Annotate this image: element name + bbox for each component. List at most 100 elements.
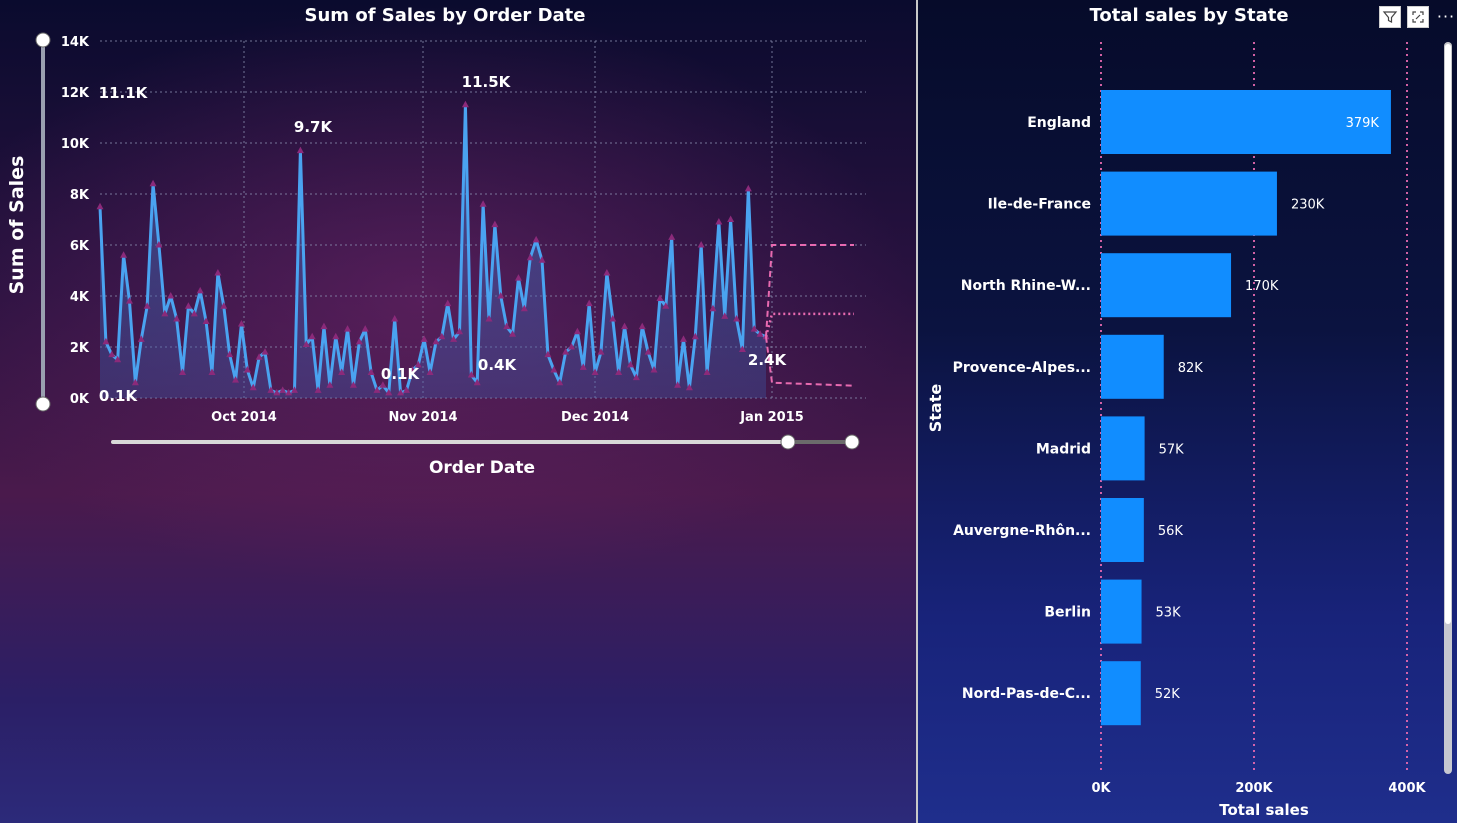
bar-value-label: 52K xyxy=(1155,687,1181,702)
data-label: 0.1K xyxy=(381,365,421,383)
bar-value-label: 82K xyxy=(1178,361,1204,376)
bar-series: England 379K Ile-de-France 230K North Rhine-… xyxy=(953,90,1391,726)
bar-x-tick-label: 200K xyxy=(1235,781,1273,796)
bar-category-label: England xyxy=(1027,115,1091,131)
data-point xyxy=(514,274,522,281)
data-point xyxy=(479,200,487,207)
y-zoom-handle-top[interactable] xyxy=(35,32,51,48)
bar xyxy=(1101,334,1164,399)
bar-scrollbar-thumb[interactable] xyxy=(1445,44,1451,624)
line-chart-visual[interactable]: Sum of Sales by Order Date Order Date Su… xyxy=(0,0,916,823)
data-point xyxy=(261,348,269,355)
x-zoom-slider[interactable] xyxy=(111,434,860,450)
data-point xyxy=(697,241,705,248)
y-tick-label: 14K xyxy=(61,35,90,50)
data-point xyxy=(656,294,664,302)
line-chart-canvas: Sum of Sales by Order Date Order Date Su… xyxy=(6,5,866,478)
x-zoom-handle-left[interactable] xyxy=(780,434,796,450)
forecast-upper xyxy=(765,244,854,337)
forecast-line xyxy=(764,312,854,338)
data-point xyxy=(573,327,581,335)
data-point xyxy=(638,322,646,330)
y-tick-label: 12K xyxy=(61,86,90,101)
bar-value-label: 379K xyxy=(1346,116,1380,131)
bar xyxy=(1101,579,1142,644)
data-label: 0.1K xyxy=(99,387,139,405)
bar xyxy=(1101,253,1232,318)
y-axis-ticks: 0K 2K 4K 6K 8K 10K 12K 14K xyxy=(61,35,90,407)
y-zoom-handle-bottom[interactable] xyxy=(35,396,51,412)
data-point xyxy=(727,215,735,222)
more-options-icon[interactable]: ··· xyxy=(1435,6,1457,28)
bar-value-label: 53K xyxy=(1156,606,1182,621)
data-point xyxy=(214,269,222,276)
bar-category-label: North Rhine-W... xyxy=(961,278,1091,294)
line-chart-title: Sum of Sales by Order Date xyxy=(305,5,586,26)
data-point xyxy=(332,332,340,340)
data-point xyxy=(444,299,452,307)
data-point xyxy=(621,322,629,330)
bar-value-label: 170K xyxy=(1245,279,1279,294)
bar-value-label: 57K xyxy=(1159,442,1185,457)
data-point xyxy=(96,202,104,210)
bar-chart-title: Total sales by State xyxy=(1089,5,1288,26)
y-tick-label: 10K xyxy=(61,137,90,152)
sales-series xyxy=(96,100,770,398)
x-tick-label: Dec 2014 xyxy=(561,410,629,425)
y-zoom-slider[interactable] xyxy=(35,32,51,412)
bar-category-label: Madrid xyxy=(1036,441,1091,457)
bar-category-label: Berlin xyxy=(1044,605,1091,621)
data-point xyxy=(744,184,752,192)
data-point xyxy=(585,299,593,307)
y-tick-label: 2K xyxy=(70,341,90,356)
y-tick-label: 8K xyxy=(70,188,90,203)
x-tick-label: Nov 2014 xyxy=(389,410,458,425)
data-point xyxy=(279,386,287,393)
data-point xyxy=(491,220,499,228)
focus-mode-icon[interactable] xyxy=(1407,6,1429,28)
data-point xyxy=(361,325,369,332)
data-point xyxy=(308,332,316,340)
bar-x-axis-ticks: 0K 200K 400K xyxy=(1091,781,1426,796)
data-point xyxy=(184,302,192,309)
data-point xyxy=(344,325,352,332)
x-tick-label: Jan 2015 xyxy=(739,410,804,425)
data-label: 11.1K xyxy=(99,84,149,102)
bar-x-axis-title: Total sales xyxy=(1219,801,1309,819)
data-point xyxy=(320,322,328,330)
data-point xyxy=(196,286,204,294)
data-point xyxy=(461,100,469,108)
y-tick-label: 4K xyxy=(70,290,90,305)
data-point xyxy=(391,314,399,322)
data-label: 0.4K xyxy=(478,356,518,374)
data-point xyxy=(167,292,175,299)
data-label: 9.7K xyxy=(294,118,334,136)
data-point xyxy=(120,251,128,258)
bar-x-tick-label: 400K xyxy=(1388,781,1426,796)
bar-category-label: Auvergne-Rhôn... xyxy=(953,523,1091,539)
data-label: 2.4K xyxy=(748,351,788,369)
bar-value-label: 230K xyxy=(1291,198,1325,213)
data-point xyxy=(296,146,304,154)
bar-chart-canvas: Total sales by State State Total sales E… xyxy=(926,5,1452,819)
data-point xyxy=(679,335,687,342)
bar-category-label: Ile-de-France xyxy=(988,197,1091,213)
y-tick-label: 6K xyxy=(70,239,90,254)
bar-category-label: Nord-Pas-de-C... xyxy=(962,686,1091,702)
bar-chart-visual[interactable]: Total sales by State State Total sales E… xyxy=(918,0,1457,823)
data-point xyxy=(603,269,611,276)
data-point xyxy=(715,218,723,225)
x-axis-title: Order Date xyxy=(429,458,535,478)
data-point xyxy=(420,335,428,342)
y-tick-label: 0K xyxy=(70,392,90,407)
filter-icon[interactable] xyxy=(1379,6,1401,28)
data-label: 11.5K xyxy=(462,73,512,91)
bar-y-axis-title: State xyxy=(926,384,945,433)
x-axis-ticks: Oct 2014 Nov 2014 Dec 2014 Jan 2015 xyxy=(211,410,804,425)
bar xyxy=(1101,171,1277,236)
x-zoom-handle-right[interactable] xyxy=(844,434,860,450)
data-point xyxy=(149,179,157,187)
bar-category-label: Provence-Alpes... xyxy=(953,360,1091,376)
bar xyxy=(1101,416,1145,481)
x-tick-label: Oct 2014 xyxy=(211,410,277,425)
